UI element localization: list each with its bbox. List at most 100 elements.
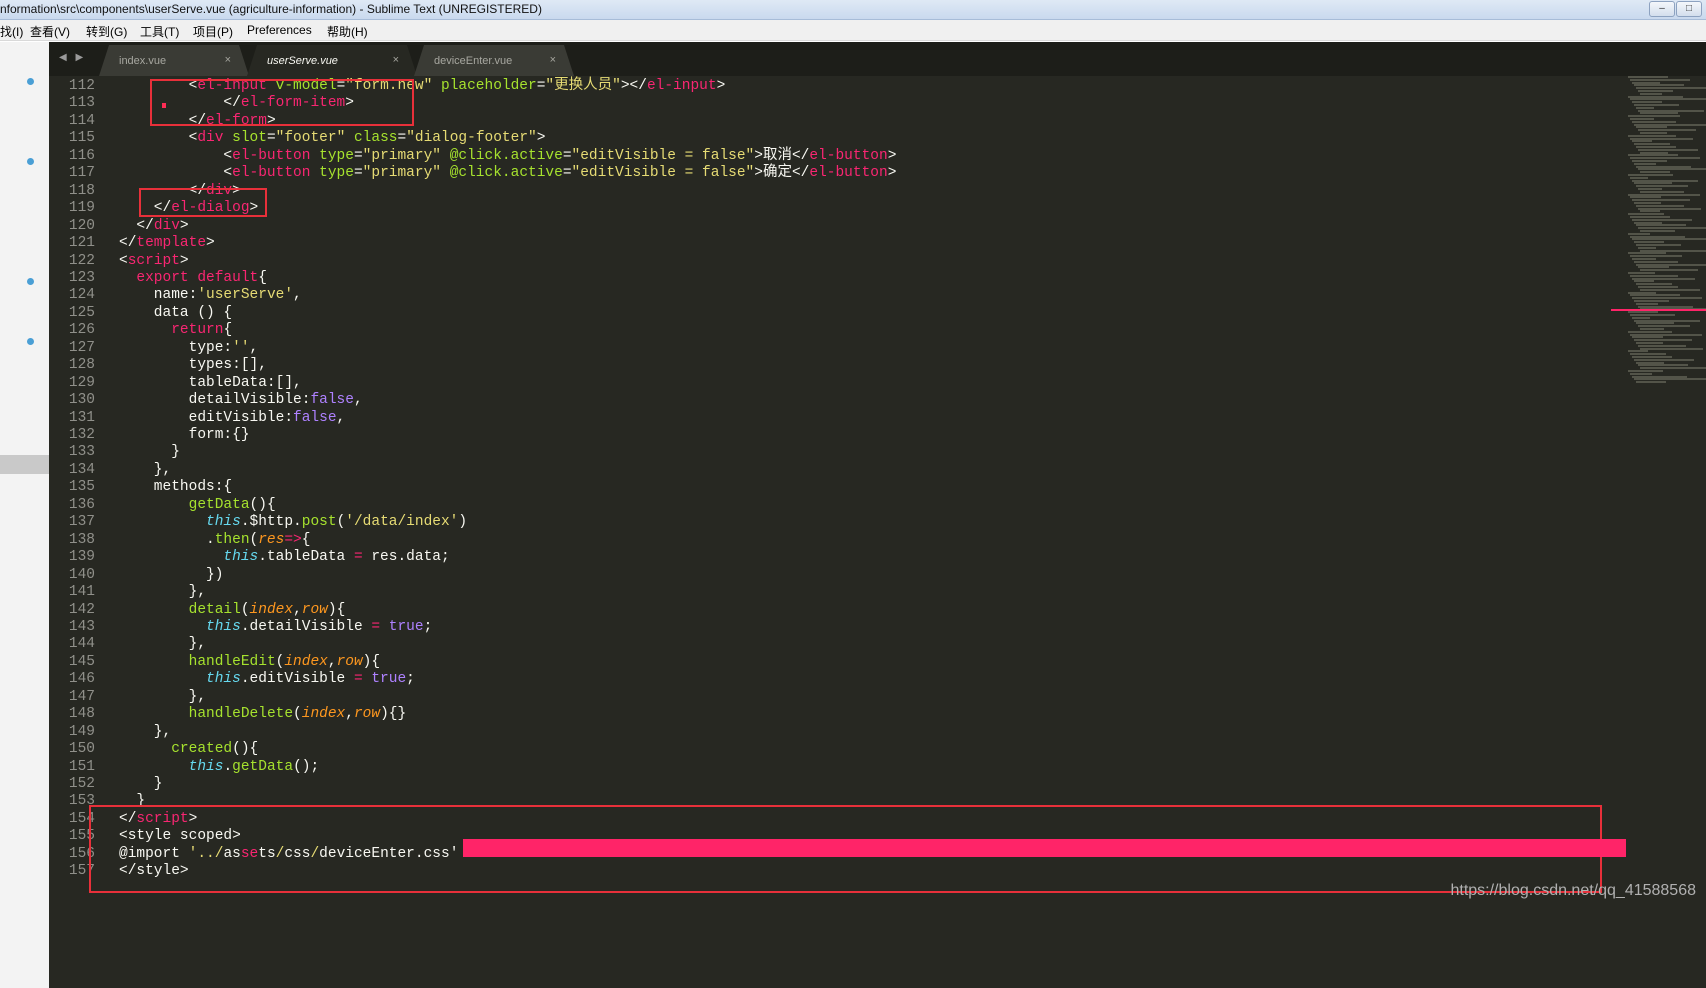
menu-preferences[interactable]: Preferences (247, 23, 312, 37)
tab-index-vue[interactable]: index.vue × (99, 45, 249, 76)
code-line[interactable]: 146 this.editVisible = true; (49, 670, 1609, 689)
code-text: data () { (119, 304, 232, 323)
minimize-button[interactable]: – (1649, 1, 1675, 17)
code-token: @import (119, 845, 189, 862)
code-line[interactable]: 118 </div> (49, 182, 1609, 201)
minimap-line (1630, 137, 1693, 140)
code-line[interactable]: 122 <script> (49, 252, 1609, 271)
line-number: 156 (68, 845, 95, 862)
code-line[interactable]: 132 form:{} (49, 426, 1609, 445)
code-text: <el-button type="primary" @click.active=… (119, 164, 896, 183)
minimap-line (1638, 188, 1662, 190)
code-line[interactable]: 145 handleEdit(index,row){ (49, 653, 1609, 672)
close-icon[interactable]: × (393, 54, 399, 66)
close-icon[interactable]: × (225, 54, 231, 66)
code-line[interactable]: 138 .then(res=>{ (49, 531, 1609, 550)
tab-nav-arrows[interactable]: ◀ ▶ (59, 52, 86, 63)
tab-userserve-vue[interactable]: userServe.vue × (247, 45, 417, 76)
menu-help[interactable]: 帮助(H) (327, 23, 368, 40)
code-token: <style scoped> (119, 828, 241, 845)
code-line[interactable]: 125 data () { (49, 304, 1609, 323)
code-line[interactable]: 150 created(){ (49, 740, 1609, 759)
code-line[interactable]: 137 this.$http.post('/data/index') (49, 513, 1609, 532)
code-line[interactable]: 143 this.detailVisible = true; (49, 618, 1609, 637)
minimap-line (1630, 353, 1666, 356)
code-token: row (353, 706, 381, 723)
code-token: > (716, 78, 726, 94)
code-line[interactable]: 130 detailVisible:false, (49, 391, 1609, 410)
code-line[interactable]: 113 </el-form-item> (49, 94, 1609, 113)
code-text: types:[], (119, 356, 267, 375)
code-line[interactable]: 148 handleDelete(index,row){} (49, 705, 1609, 724)
minimap-line (1640, 249, 1706, 252)
maximize-button[interactable]: □ (1676, 1, 1702, 17)
code-line[interactable]: 128 types:[], (49, 356, 1609, 375)
code-line[interactable]: 142 detail(index,row){ (49, 601, 1609, 620)
code-line[interactable]: 152 } (49, 775, 1609, 794)
minimap-line (1636, 283, 1672, 286)
menu-find[interactable]: 找(I) (0, 23, 23, 40)
code-line[interactable]: 123 export default{ (49, 269, 1609, 288)
code-line[interactable]: 144 }, (49, 635, 1609, 654)
tab-deviceenter-vue[interactable]: deviceEnter.vue × (414, 45, 574, 76)
minimap-line (1630, 78, 1690, 81)
code-line[interactable]: 127 type:'', (49, 339, 1609, 358)
code-line[interactable]: 117 <el-button type="primary" @click.act… (49, 164, 1609, 183)
menu-view[interactable]: 查看(V) (30, 23, 70, 40)
menu-tools[interactable]: 工具(T) (140, 23, 179, 40)
line-number: 113 (68, 95, 95, 112)
code-token: "primary" (362, 147, 441, 164)
minimap-line (1634, 123, 1706, 126)
code-text: </el-form> (119, 112, 276, 131)
code-token: "更换人员" (545, 78, 621, 94)
code-line[interactable]: 139 this.tableData = res.data; (49, 548, 1609, 567)
code-text: }, (119, 461, 171, 480)
code-token: script (136, 810, 189, 827)
code-line[interactable]: 121 </template> (49, 234, 1609, 253)
minimap-line (1638, 344, 1686, 347)
code-line[interactable]: 129 tableData:[], (49, 374, 1609, 393)
code-line[interactable]: 136 getData(){ (49, 496, 1609, 515)
code-editor[interactable]: 112 <el-input v-model="form.new" placeho… (49, 76, 1706, 988)
code-line[interactable]: 116 <el-button type="primary" @click.act… (49, 147, 1609, 166)
code-line[interactable]: 115 <div slot="footer" class="dialog-foo… (49, 129, 1609, 148)
code-token: "editVisible = false" (571, 165, 755, 182)
code-line[interactable]: 119 </el-dialog> (49, 199, 1609, 218)
code-line[interactable]: 133 } (49, 443, 1609, 462)
minimap-line (1640, 210, 1660, 213)
line-number: 139 (68, 549, 95, 566)
menu-project[interactable]: 项目(P) (193, 23, 233, 40)
code-token: { (301, 531, 311, 548)
close-icon[interactable]: × (550, 54, 556, 66)
code-line[interactable]: 157 </style> (49, 862, 1609, 881)
code-line[interactable]: 134 }, (49, 461, 1609, 480)
code-text: @import '../assets/css/deviceEnter.css' (119, 845, 458, 864)
menu-goto[interactable]: 转到(G) (86, 23, 127, 40)
code-line[interactable]: 124 name:'userServe', (49, 286, 1609, 305)
code-text: name:'userServe', (119, 286, 302, 305)
code-line[interactable]: 151 this.getData(); (49, 758, 1609, 777)
code-token: css (284, 845, 311, 862)
sidebar-selected-row[interactable] (0, 455, 49, 474)
minimap-line (1630, 294, 1680, 297)
code-token: "footer" (275, 130, 346, 147)
code-token: row (336, 653, 363, 670)
code-line[interactable]: 154 </script> (49, 810, 1609, 829)
code-line[interactable]: 114 </el-form> (49, 112, 1609, 131)
code-line[interactable]: 153 } (49, 792, 1609, 811)
code-text: tableData:[], (119, 374, 302, 393)
line-number: 123 (68, 269, 95, 286)
minimap[interactable] (1622, 76, 1706, 396)
code-line[interactable]: 120 </div> (49, 217, 1609, 236)
code-line[interactable]: 147 }, (49, 688, 1609, 707)
code-line[interactable]: 112 <el-input v-model="form.new" placeho… (49, 77, 1609, 96)
code-line[interactable]: 126 return{ (49, 321, 1609, 340)
minimap-line (1640, 367, 1706, 370)
code-token: "dialog-footer" (406, 130, 537, 147)
code-line[interactable]: 131 editVisible:false, (49, 409, 1609, 428)
code-line[interactable]: 141 }, (49, 583, 1609, 602)
code-token: return (171, 322, 224, 339)
code-line[interactable]: 140 }) (49, 566, 1609, 585)
code-line[interactable]: 149 }, (49, 723, 1609, 742)
code-line[interactable]: 135 methods:{ (49, 478, 1609, 497)
